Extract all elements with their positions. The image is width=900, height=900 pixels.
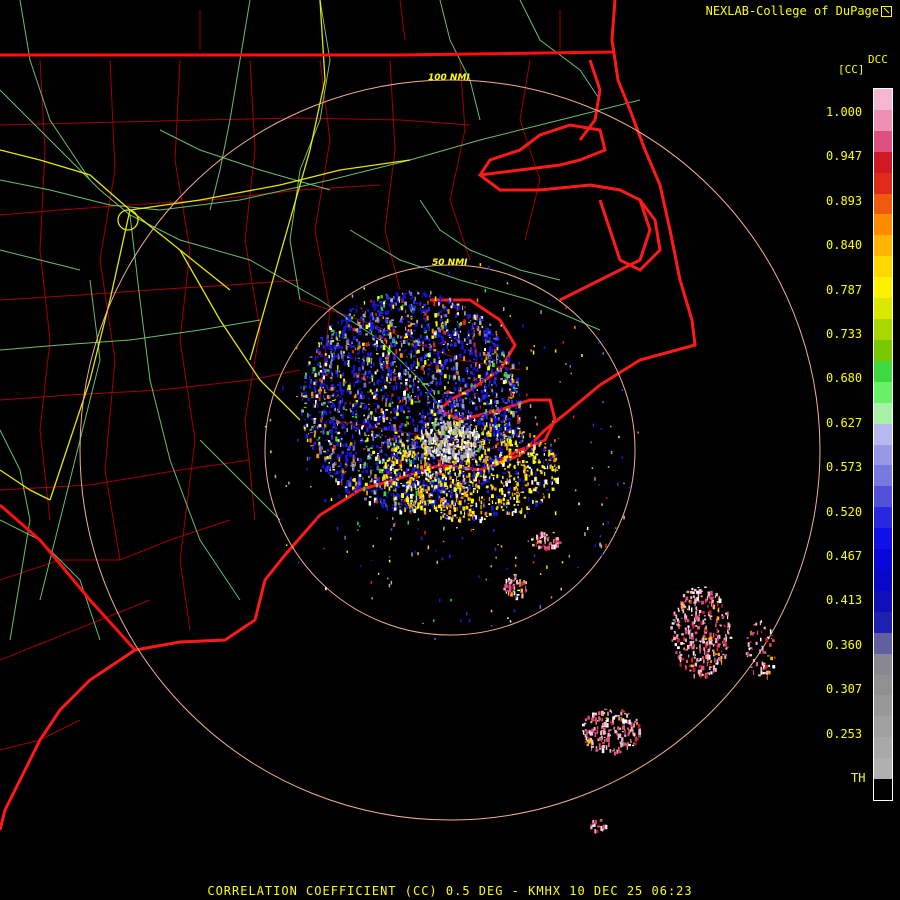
scale-swatch — [874, 109, 892, 132]
legend-tick-label: 0.787 — [826, 282, 863, 297]
external-link-icon[interactable] — [881, 6, 892, 17]
scale-swatch — [874, 151, 892, 174]
scale-swatch — [874, 444, 892, 466]
scale-swatch — [874, 423, 892, 445]
product-caption: CORRELATION COEFFICIENT (CC) 0.5 DEG - K… — [207, 884, 693, 898]
legend-tick-label: 0.840 — [826, 238, 863, 253]
color-scale — [873, 88, 893, 801]
legend-tick-label: 0.467 — [826, 549, 863, 563]
scale-swatch — [874, 193, 892, 215]
scale-swatch — [874, 277, 892, 299]
legend-tick-label: 0.947 — [826, 149, 863, 164]
legend-unit: [CC] — [838, 63, 865, 76]
legend-tick-label: 0.360 — [826, 637, 863, 652]
scale-swatch — [874, 256, 892, 278]
scale-swatch — [874, 214, 892, 236]
scale-swatch — [874, 486, 892, 508]
scale-swatch — [874, 235, 892, 257]
legend-tick-label: TH — [851, 771, 866, 785]
scale-swatch — [874, 549, 892, 571]
legend-tick-label: 1.000 — [826, 105, 863, 119]
scale-swatch — [874, 89, 892, 111]
legend-tick-label: 0.307 — [826, 682, 863, 697]
scale-swatch — [874, 695, 892, 717]
legend-title: DCC — [868, 53, 888, 66]
scale-swatch — [874, 653, 892, 676]
scale-swatch — [874, 716, 892, 738]
scale-swatch — [874, 465, 892, 487]
legend-tick-label: 0.680 — [826, 371, 863, 386]
legend-tick-label: 0.893 — [826, 193, 863, 208]
scale-swatch — [874, 298, 892, 320]
scale-swatch — [874, 360, 892, 383]
range-label-100: 100 NMI — [428, 73, 470, 83]
scale-swatch — [874, 339, 892, 362]
scale-swatch — [874, 632, 892, 655]
scale-swatch — [874, 611, 892, 634]
scale-swatch — [874, 172, 892, 195]
legend-tick-label: 0.573 — [826, 460, 863, 475]
legend-tick-label: 0.627 — [826, 415, 863, 430]
scale-swatch — [874, 674, 892, 696]
scale-swatch — [874, 569, 892, 592]
radar-map — [0, 0, 900, 900]
range-label-50: 50 NMI — [432, 258, 468, 268]
scale-swatch — [874, 507, 892, 529]
credit-label: NEXLAB-College of DuPage — [706, 4, 892, 18]
scale-swatch — [874, 381, 892, 404]
legend-tick-label: 0.520 — [826, 504, 863, 519]
scale-swatch — [874, 737, 892, 759]
scale-swatch — [874, 590, 892, 613]
scale-swatch — [874, 319, 892, 341]
legend-tick-label: 0.413 — [826, 593, 863, 608]
scale-swatch — [874, 528, 892, 550]
legend-tick-label: 0.253 — [826, 726, 863, 741]
legend-tick-label: 0.733 — [826, 327, 863, 341]
scale-swatch — [874, 130, 892, 153]
scale-swatch — [874, 402, 892, 425]
